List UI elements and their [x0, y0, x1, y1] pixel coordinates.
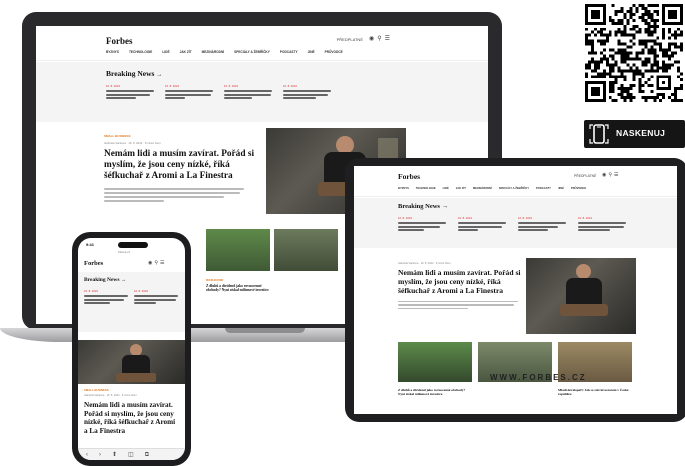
article-card-headline[interactable]: Mladí developeři: Jak se stát investorem… — [558, 388, 632, 396]
nav-item[interactable]: BYZNYS — [398, 187, 409, 190]
breaking-news-title[interactable]: Breaking News → — [84, 277, 126, 283]
breaking-news-item[interactable]: 16. 8. 2022 — [165, 84, 215, 101]
nav-item[interactable]: MEZINÁRODNÍ — [202, 50, 225, 54]
breaking-news-list: 16. 8. 2022 16. 8. 2022 16. 8. 2022 16. … — [106, 84, 333, 101]
article-meta: Gabriela Vackova · 16. 8. 2022 · 8 minut… — [398, 262, 451, 265]
site-logo[interactable]: Forbes — [398, 172, 420, 181]
hero-headline[interactable]: Nemám lidi a musím zavírat. Pořád si mys… — [104, 149, 256, 182]
nav-item[interactable]: LIDÉ — [443, 187, 449, 190]
site-logo[interactable]: Forbes — [84, 260, 103, 267]
nav-item[interactable]: JAK ZÍT — [456, 187, 466, 190]
menu-icon[interactable]: ☰ — [385, 36, 393, 42]
url-bar[interactable]: forbes.cz — [118, 250, 130, 254]
article-kicker: SMALL BUSINESS — [104, 134, 131, 138]
breaking-news-item[interactable]: 16. 8. 2022 — [224, 84, 274, 101]
header-icons: ◉⚲☰ — [148, 260, 167, 266]
breaking-news-item[interactable]: 16. 8. 2022 — [518, 216, 568, 233]
nav-item[interactable]: SPECIÁLY A ŽEBŘÍČKY — [234, 50, 270, 54]
subscribe-link[interactable]: PŘEDPLATNÉ — [574, 174, 596, 178]
breaking-news-list: 16. 8. 2022 16. 8. 2022 — [84, 289, 178, 306]
news-date: 16. 8. 2022 — [398, 216, 412, 220]
laptop-notch — [225, 328, 305, 333]
news-date: 16. 8. 2022 — [578, 216, 592, 220]
header-icons: ◉⚲☰ — [602, 172, 621, 178]
article-meta: Gabriela Vackova · 16. 8. 2022 · 8 minut… — [104, 141, 161, 145]
news-date: 16. 8. 2022 — [84, 289, 98, 293]
breaking-news-section: Breaking News → 16. 8. 2022 16. 8. 2022 … — [354, 198, 677, 248]
nav-item[interactable]: PODCASTY — [536, 187, 551, 190]
breaking-news-item[interactable]: 16. 8. 2022 — [398, 216, 448, 233]
user-icon[interactable]: ◉ — [369, 36, 377, 42]
nav-item[interactable]: TECHNOLOGIE — [416, 187, 436, 190]
website-url: WWW.FORBES.CZ — [490, 373, 587, 382]
nav-item[interactable]: PRŮVODCE — [571, 187, 586, 190]
subscribe-link[interactable]: PŘEDPLATNÉ — [337, 37, 363, 42]
breaking-news-item[interactable]: 16. 8. 2022 — [283, 84, 333, 101]
hero-photo[interactable] — [78, 340, 185, 384]
news-date: 16. 8. 2022 — [458, 216, 472, 220]
news-date: 16. 8. 2022 — [518, 216, 532, 220]
nav-item[interactable]: JINÉ — [558, 187, 564, 190]
status-time: 9:41 — [86, 242, 95, 247]
site-header: Forbes PŘEDPLATNÉ ◉⚲☰ BYZNYS TECHNOLOGIE… — [36, 26, 488, 61]
scan-label: NASKENUJ — [616, 128, 666, 138]
news-date: 16. 8. 2022 — [224, 84, 238, 88]
breaking-news-list: 16. 8. 2022 16. 8. 2022 16. 8. 2022 16. … — [398, 216, 628, 233]
hero-photo[interactable] — [526, 258, 636, 334]
nav-item[interactable]: JAK ZÍT — [180, 50, 192, 54]
nav-item[interactable]: PODCASTY — [280, 50, 298, 54]
hero-article[interactable]: Gabriela Vackova · 16. 8. 2022 · 8 minut… — [398, 262, 526, 310]
article-card-photo[interactable] — [274, 229, 338, 271]
browser-toolbar-icons[interactable]: ‹›⬆◫⧉ — [86, 451, 160, 459]
nav-item[interactable]: MEZINÁRODNÍ — [473, 187, 492, 190]
menu-icon[interactable]: ☰ — [160, 260, 166, 266]
article-card-photo[interactable] — [398, 342, 472, 382]
hero-excerpt — [104, 188, 256, 202]
menu-icon[interactable]: ☰ — [614, 172, 620, 178]
browser-toolbar: ‹›⬆◫⧉ — [78, 448, 185, 460]
site-header: Forbes PŘEDPLATNÉ ◉⚲☰ BYZNYS TECHNOLOGIE… — [354, 166, 677, 197]
nav-item[interactable]: TECHNOLOGIE — [129, 50, 152, 54]
hero-headline[interactable]: Nemám lidi a musím zavírat. Pořád si mys… — [398, 268, 526, 296]
breaking-news-section: Breaking News → 16. 8. 2022 16. 8. 2022 … — [36, 62, 488, 122]
phone-screen: 9:41 forbes.cz Forbes ◉⚲☰ Breaking News … — [78, 238, 185, 460]
nav-item[interactable]: BYZNYS — [106, 50, 119, 54]
smartphone-icon — [588, 123, 610, 145]
news-date: 16. 8. 2022 — [106, 84, 120, 88]
article-card-headline[interactable]: Z dluhů a dividend jako rovnocenné obcho… — [206, 284, 274, 293]
scan-badge[interactable]: NASKENUJ — [584, 120, 685, 148]
nav-item[interactable]: LIDÉ — [162, 50, 169, 54]
breaking-news-item[interactable]: 16. 8. 2022 — [458, 216, 508, 233]
news-date: 16. 8. 2022 — [283, 84, 297, 88]
article-card-kicker: ROZHOVOR — [206, 278, 224, 282]
nav-item[interactable]: PRŮVODCE — [325, 50, 343, 54]
news-date: 16. 8. 2022 — [134, 289, 148, 293]
hero-excerpt — [398, 300, 526, 310]
breaking-news-section: Breaking News → 16. 8. 2022 16. 8. 2022 — [78, 272, 185, 332]
article-card-headline[interactable]: Z dluhů a dividend jako rovnocenné obcho… — [398, 388, 472, 396]
site-logo[interactable]: Forbes — [106, 36, 133, 46]
main-nav: BYZNYS TECHNOLOGIE LIDÉ JAK ZÍT MEZINÁRO… — [398, 187, 586, 190]
article-card-photo[interactable] — [206, 229, 270, 271]
search-icon[interactable]: ⚲ — [377, 36, 384, 42]
qr-code-icon[interactable] — [585, 4, 683, 102]
phone-notch — [118, 242, 148, 248]
breaking-news-item[interactable]: 16. 8. 2022 — [84, 289, 128, 306]
news-date: 16. 8. 2022 — [165, 84, 179, 88]
nav-item[interactable]: JINÉ — [308, 50, 315, 54]
nav-item[interactable]: SPECIÁLY A ŽEBŘÍČKY — [499, 187, 529, 190]
hero-headline[interactable]: Nemám lidi a musím zavírat. Pořád si mys… — [84, 401, 180, 435]
breaking-news-item[interactable]: 16. 8. 2022 — [134, 289, 178, 306]
article-kicker: SMALL BUSINESS — [84, 388, 109, 392]
breaking-news-item[interactable]: 16. 8. 2022 — [106, 84, 156, 101]
header-icons: ◉⚲☰ — [369, 35, 393, 42]
main-nav: BYZNYS TECHNOLOGIE LIDÉ JAK ZÍT MEZINÁRO… — [106, 50, 343, 54]
breaking-news-item[interactable]: 16. 8. 2022 — [578, 216, 628, 233]
breaking-news-title[interactable]: Breaking News → — [106, 69, 162, 78]
article-meta: Gabriela Vackova · 16. 8. 2022 · 8 minut… — [84, 394, 137, 397]
hero-article[interactable]: SMALL BUSINESS Gabriela Vackova · 16. 8.… — [104, 134, 256, 202]
breaking-news-title[interactable]: Breaking News → — [398, 203, 448, 210]
